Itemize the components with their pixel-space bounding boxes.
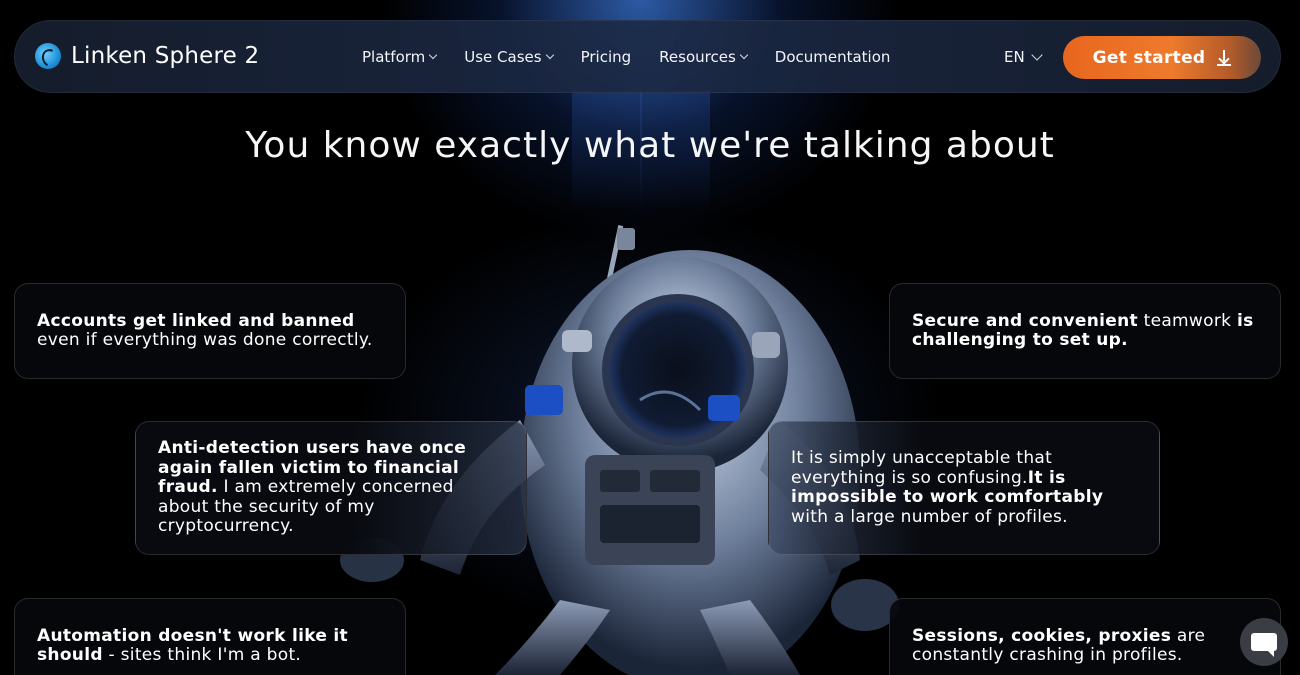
nav-item-pricing[interactable]: Pricing [581, 48, 632, 66]
pain-point-card: It is simply unacceptable that everythin… [768, 421, 1160, 555]
chat-icon [1251, 633, 1277, 657]
pain-point-card: Secure and convenient teamwork is challe… [889, 283, 1281, 379]
card-body-text: teamwork [1137, 310, 1237, 331]
pain-point-card: Sessions, cookies, proxies are constantl… [889, 598, 1281, 675]
card-body-text: - sites think I'm a bot. [102, 645, 302, 665]
brand-name: Linken Sphere 2 [71, 43, 260, 69]
nav-item-label: Pricing [580, 48, 632, 66]
get-started-button[interactable]: Get started [1063, 36, 1261, 79]
nav-item-label: Use Cases [464, 48, 542, 66]
card-text: Accounts get linked and banned even if e… [37, 310, 383, 351]
nav-item-use-cases[interactable]: Use Cases [464, 48, 554, 66]
chat-widget-button[interactable] [1240, 618, 1288, 666]
card-body-text: with a large number of profiles. [791, 506, 1068, 527]
chevron-down-icon [1031, 49, 1043, 61]
logo-icon [35, 43, 61, 69]
top-navbar: Linken Sphere 2 Platform Use Cases Prici… [14, 20, 1281, 93]
page: Linken Sphere 2 Platform Use Cases Prici… [0, 0, 1300, 675]
main-nav: Platform Use Cases Pricing Resources Doc… [362, 48, 918, 66]
nav-item-label: Resources [659, 48, 736, 66]
nav-item-platform[interactable]: Platform [362, 48, 438, 66]
pain-point-card: Automation doesn't work like it should -… [14, 598, 406, 675]
nav-item-label: Platform [362, 48, 426, 66]
nav-item-documentation[interactable]: Documentation [775, 48, 891, 66]
card-text: Secure and convenient teamwork is challe… [912, 310, 1258, 351]
card-body-text: even if everything was done correctly. [37, 330, 373, 350]
chevron-down-icon [545, 50, 554, 60]
hero-headline: You know exactly what we're talking abou… [245, 125, 1055, 166]
card-bold-text: Accounts get linked and banned [37, 310, 355, 331]
get-started-label: Get started [1092, 47, 1206, 68]
nav-item-label: Documentation [774, 48, 891, 66]
card-body-text: It is simply unacceptable that everythin… [791, 448, 1053, 488]
chevron-down-icon [429, 50, 438, 60]
download-icon [1217, 49, 1232, 66]
card-text: Sessions, cookies, proxies are constantl… [912, 625, 1258, 666]
brand-logo[interactable]: Linken Sphere 2 [35, 43, 259, 69]
nav-item-resources[interactable]: Resources [659, 48, 749, 66]
card-text: Automation doesn't work like it should -… [37, 626, 383, 666]
language-selector[interactable]: EN [1004, 48, 1043, 66]
pain-point-card: Anti-detection users have once again fal… [135, 421, 527, 555]
card-bold-text: Secure and convenient [912, 310, 1138, 331]
pain-point-card: Accounts get linked and banned even if e… [14, 283, 406, 379]
card-bold-text: Sessions, cookies, proxies [912, 625, 1172, 646]
card-text: Anti-detection users have once again fal… [158, 439, 504, 537]
language-label: EN [1004, 48, 1025, 66]
card-text: It is simply unacceptable that everythin… [791, 448, 1137, 527]
chevron-down-icon [739, 50, 749, 60]
